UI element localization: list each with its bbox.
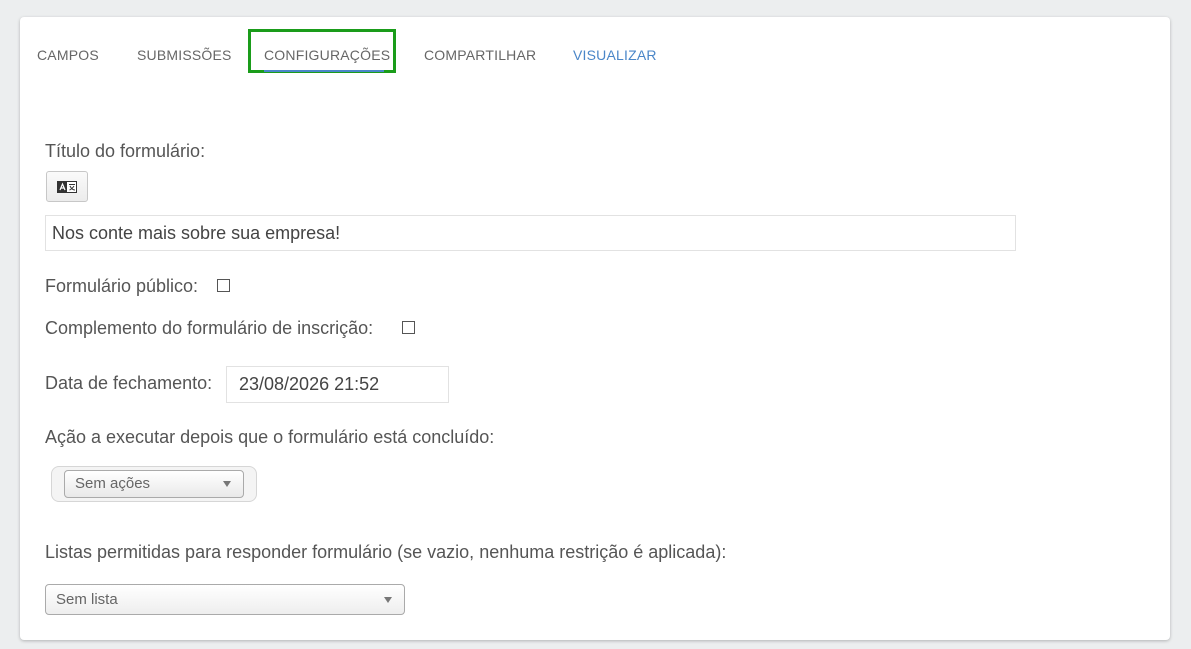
- allowed-lists-value: Sem lista: [56, 591, 118, 608]
- tab-submissoes[interactable]: SUBMISSÕES: [137, 47, 232, 63]
- completion-action-label: Ação a executar depois que o formulário …: [45, 427, 495, 447]
- tab-compartilhar[interactable]: COMPARTILHAR: [424, 47, 536, 63]
- form-title-label: Título do formulário:: [45, 141, 206, 161]
- tab-bar: CAMPOS SUBMISSÕES CONFIGURAÇÕES COMPARTI…: [20, 17, 1170, 97]
- tab-configuracoes[interactable]: CONFIGURAÇÕES: [264, 47, 390, 63]
- closing-date-label: Data de fechamento:: [45, 373, 213, 393]
- completion-action-select[interactable]: Sem ações: [64, 470, 244, 498]
- tab-visualizar[interactable]: VISUALIZAR: [573, 47, 657, 63]
- chevron-down-icon: [223, 481, 231, 487]
- closing-date-input[interactable]: 23/08/2026 21:52: [226, 366, 449, 403]
- allowed-lists-label: Listas permitidas para responder formulá…: [45, 542, 727, 562]
- settings-card: CAMPOS SUBMISSÕES CONFIGURAÇÕES COMPARTI…: [20, 17, 1170, 640]
- tab-campos[interactable]: CAMPOS: [37, 47, 99, 63]
- translate-icon: [57, 180, 77, 193]
- allowed-lists-select[interactable]: Sem lista: [45, 584, 405, 615]
- signup-complement-label: Complemento do formulário de inscrição:: [45, 318, 374, 338]
- public-form-checkbox[interactable]: [217, 279, 230, 292]
- signup-complement-checkbox[interactable]: [402, 321, 415, 334]
- public-form-label: Formulário público:: [45, 276, 199, 296]
- completion-action-value: Sem ações: [75, 475, 151, 492]
- active-tab-underline: [264, 70, 384, 72]
- chevron-down-icon: [384, 596, 392, 603]
- completion-action-wrapper: Sem ações: [51, 466, 257, 502]
- translate-button[interactable]: [46, 171, 88, 202]
- form-title-input[interactable]: Nos conte mais sobre sua empresa!: [45, 215, 1016, 251]
